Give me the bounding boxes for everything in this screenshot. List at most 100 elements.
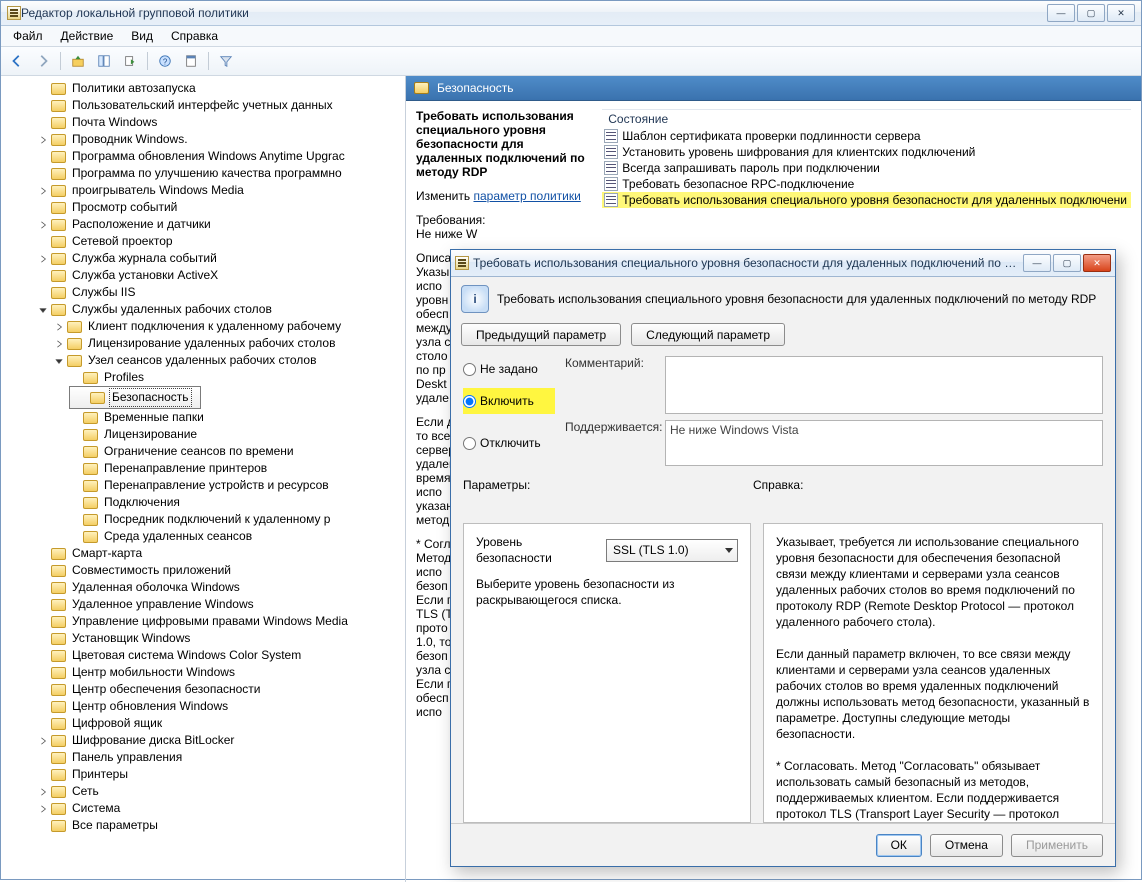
tree-item[interactable]: Посредник подключений к удаленному р xyxy=(69,511,405,528)
tree-item[interactable]: Узел сеансов удаленных рабочих столов xyxy=(53,352,405,369)
up-folder-button[interactable] xyxy=(66,49,90,73)
tree-item[interactable]: Среда удаленных сеансов xyxy=(69,528,405,545)
tree-item[interactable]: Службы IIS xyxy=(37,284,405,301)
collapse-twisty[interactable] xyxy=(37,786,49,798)
security-level-dropdown[interactable]: SSL (TLS 1.0) xyxy=(606,539,738,562)
expand-twisty[interactable] xyxy=(37,304,49,316)
collapse-twisty[interactable] xyxy=(53,321,65,333)
tree-item[interactable]: Цифровой ящик xyxy=(37,715,405,732)
tree-item[interactable]: Центр мобильности Windows xyxy=(37,664,405,681)
apply-button[interactable]: Применить xyxy=(1011,834,1103,857)
collapse-twisty[interactable] xyxy=(37,735,49,747)
tree-item[interactable]: Временные папки xyxy=(69,409,405,426)
back-button[interactable] xyxy=(5,49,29,73)
tree-item[interactable]: Установщик Windows xyxy=(37,630,405,647)
collapse-twisty[interactable] xyxy=(37,803,49,815)
tree-item[interactable]: Просмотр событий xyxy=(37,199,405,216)
tree-item[interactable]: Перенаправление устройств и ресурсов xyxy=(69,477,405,494)
menu-view[interactable]: Вид xyxy=(123,27,161,45)
next-setting-button[interactable]: Следующий параметр xyxy=(631,323,785,346)
policy-list-item[interactable]: Требовать безопасное RPC-подключение xyxy=(602,176,1131,192)
policy-item-icon xyxy=(604,161,618,175)
prev-setting-button[interactable]: Предыдущий параметр xyxy=(461,323,621,346)
menu-help[interactable]: Справка xyxy=(163,27,226,45)
radio-enabled[interactable]: Включить xyxy=(463,388,555,414)
folder-icon xyxy=(51,134,66,146)
expand-twisty[interactable] xyxy=(53,355,65,367)
tree-item[interactable]: Подключения xyxy=(69,494,405,511)
collapse-twisty[interactable] xyxy=(37,185,49,197)
properties-button[interactable] xyxy=(179,49,203,73)
radio-not-configured[interactable]: Не задано xyxy=(463,356,555,382)
tree-item[interactable]: Удаленное управление Windows xyxy=(37,596,405,613)
tree-item[interactable]: Сетевой проектор xyxy=(37,233,405,250)
close-button[interactable]: ✕ xyxy=(1107,4,1135,22)
cancel-button[interactable]: Отмена xyxy=(930,834,1003,857)
folder-icon xyxy=(51,684,66,696)
policy-list-item[interactable]: Всегда запрашивать пароль при подключени… xyxy=(602,160,1131,176)
menu-bar: Файл Действие Вид Справка xyxy=(1,26,1141,47)
tree-panel[interactable]: Политики автозапускаПользовательский инт… xyxy=(1,76,406,882)
collapse-twisty[interactable] xyxy=(53,338,65,350)
menu-action[interactable]: Действие xyxy=(53,27,122,45)
tree-item[interactable]: Центр обеспечения безопасности xyxy=(37,681,405,698)
comment-label: Комментарий: xyxy=(565,356,655,382)
tree-item[interactable]: Программа обновления Windows Anytime Upg… xyxy=(37,148,405,165)
requirements-text: Требования: Не ниже W xyxy=(416,213,590,241)
tree-item[interactable]: Службы удаленных рабочих столов xyxy=(37,301,405,318)
tree-item[interactable]: Ограничение сеансов по времени xyxy=(69,443,405,460)
tree-item[interactable]: Безопасность xyxy=(76,388,196,407)
tree-item[interactable]: Расположение и датчики xyxy=(37,216,405,233)
tree-item[interactable]: Цветовая система Windows Color System xyxy=(37,647,405,664)
tree-item[interactable]: Profiles xyxy=(69,369,405,386)
policy-list-item[interactable]: Установить уровень шифрования для клиент… xyxy=(602,144,1131,160)
tree-item[interactable]: Смарт-карта xyxy=(37,545,405,562)
policy-list-item[interactable]: Требовать использования специального уро… xyxy=(602,192,1131,208)
tree-item[interactable]: Политики автозапуска xyxy=(37,80,405,97)
tree-item[interactable]: Принтеры xyxy=(37,766,405,783)
radio-disabled[interactable]: Отключить xyxy=(463,420,555,466)
tree-item[interactable]: Удаленная оболочка Windows xyxy=(37,579,405,596)
tree-item[interactable]: Система xyxy=(37,800,405,817)
tree-item[interactable]: Управление цифровыми правами Windows Med… xyxy=(37,613,405,630)
tree-item[interactable]: Служба установки ActiveX xyxy=(37,267,405,284)
show-tree-button[interactable] xyxy=(92,49,116,73)
tree-item[interactable]: Шифрование диска BitLocker xyxy=(37,732,405,749)
export-button[interactable] xyxy=(118,49,142,73)
menu-file[interactable]: Файл xyxy=(5,27,51,45)
tree-item[interactable]: Совместимость приложений xyxy=(37,562,405,579)
change-link[interactable]: параметр политики xyxy=(473,189,580,203)
state-column-header: Состояние xyxy=(602,110,1131,128)
forward-button[interactable] xyxy=(31,49,55,73)
tree-item[interactable]: Перенаправление принтеров xyxy=(69,460,405,477)
minimize-button[interactable]: — xyxy=(1047,4,1075,22)
tree-item[interactable]: Лицензирование xyxy=(69,426,405,443)
filter-button[interactable] xyxy=(214,49,238,73)
tree-item[interactable]: Пользовательский интерфейс учетных данны… xyxy=(37,97,405,114)
dialog-maximize-button[interactable]: ▢ xyxy=(1053,254,1081,272)
tree-item[interactable]: Программа по улучшению качества программ… xyxy=(37,165,405,182)
tree-item[interactable]: Клиент подключения к удаленному рабочему xyxy=(53,318,405,335)
folder-icon xyxy=(51,820,66,832)
tree-item[interactable]: Служба журнала событий xyxy=(37,250,405,267)
collapse-twisty[interactable] xyxy=(37,253,49,265)
tree-item[interactable]: Все параметры xyxy=(37,817,405,834)
tree-item[interactable]: Проводник Windows. xyxy=(37,131,405,148)
tree-item[interactable]: проигрыватель Windows Media xyxy=(37,182,405,199)
tree-item[interactable]: Почта Windows xyxy=(37,114,405,131)
policy-list-item[interactable]: Шаблон сертификата проверки подлинности … xyxy=(602,128,1131,144)
maximize-button[interactable]: ▢ xyxy=(1077,4,1105,22)
help-button[interactable]: ? xyxy=(153,49,177,73)
collapse-twisty[interactable] xyxy=(37,134,49,146)
tree-item[interactable]: Панель управления xyxy=(37,749,405,766)
folder-icon xyxy=(51,151,66,163)
dialog-close-button[interactable]: ✕ xyxy=(1083,254,1111,272)
dialog-minimize-button[interactable]: — xyxy=(1023,254,1051,272)
tree-item[interactable]: Сеть xyxy=(37,783,405,800)
tree-item[interactable]: Лицензирование удаленных рабочих столов xyxy=(53,335,405,352)
collapse-twisty[interactable] xyxy=(37,219,49,231)
tree-item[interactable]: Центр обновления Windows xyxy=(37,698,405,715)
comment-textarea[interactable] xyxy=(665,356,1103,414)
separator-icon xyxy=(60,52,61,70)
ok-button[interactable]: ОК xyxy=(876,834,922,857)
